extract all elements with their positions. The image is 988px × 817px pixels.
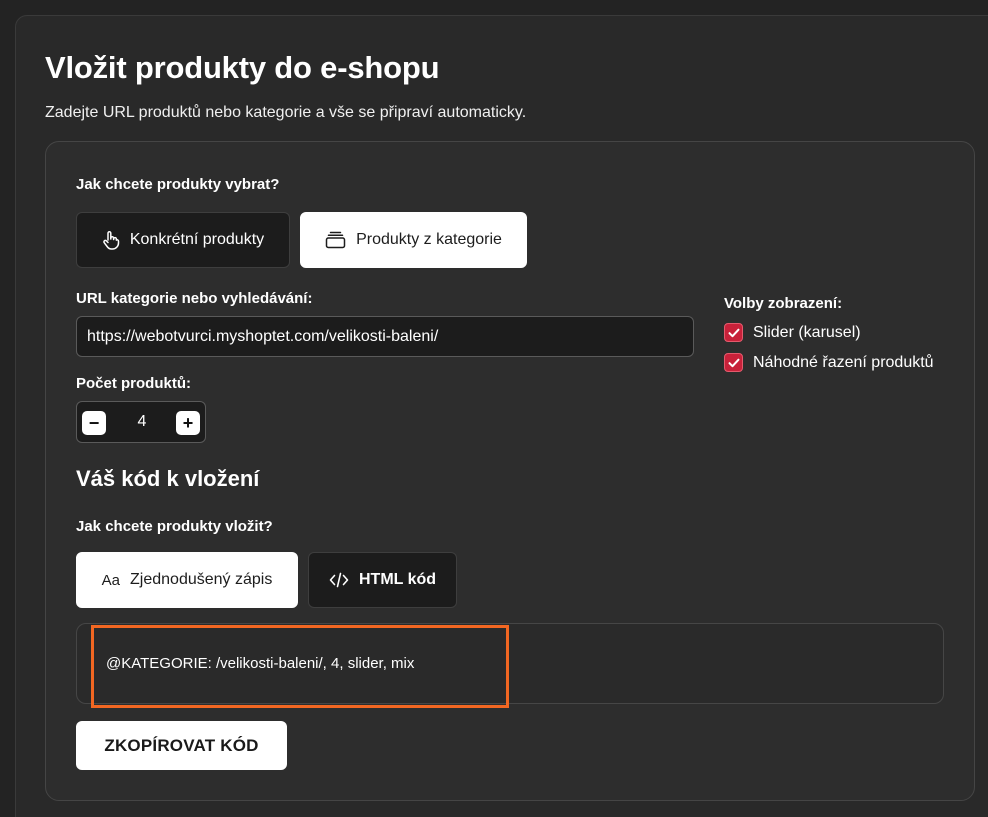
text-format-icon: Aa — [101, 571, 121, 589]
slider-option-label: Slider (karusel) — [753, 323, 861, 341]
page-subtitle: Zadejte URL produktů nebo kategorie a vš… — [45, 104, 527, 121]
stack-icon — [325, 231, 346, 249]
decrement-button[interactable]: − — [82, 411, 106, 435]
increment-button[interactable]: + — [176, 411, 200, 435]
specific-products-button[interactable]: Konkrétní produkty — [76, 212, 290, 268]
slider-option[interactable]: Slider (karusel) — [724, 323, 861, 342]
simplified-format-label: Zjednodušený zápis — [130, 571, 273, 588]
simplified-format-button[interactable]: Aa Zjednodušený zápis — [76, 552, 298, 608]
random-order-option-label: Náhodné řazení produktů — [753, 353, 934, 371]
count-label: Počet produktů: — [76, 375, 191, 392]
url-label: URL kategorie nebo vyhledávání: — [76, 290, 313, 307]
code-icon — [329, 572, 349, 588]
selection-question: Jak chcete produkty vybrat? — [76, 176, 280, 193]
random-order-checkbox[interactable] — [724, 353, 743, 372]
category-products-button[interactable]: Produkty z kategorie — [300, 212, 527, 268]
pointer-hand-icon — [102, 230, 120, 250]
page-title: Vložit produkty do e-shopu — [45, 50, 440, 85]
slider-checkbox[interactable] — [724, 323, 743, 342]
category-products-label: Produkty z kategorie — [356, 231, 502, 248]
html-format-label: HTML kód — [358, 571, 437, 588]
code-section-title: Váš kód k vložení — [76, 466, 260, 491]
copy-code-button[interactable]: ZKOPÍROVAT KÓD — [76, 721, 287, 770]
display-options-label: Volby zobrazení: — [724, 295, 843, 312]
html-format-button[interactable]: HTML kód — [308, 552, 457, 608]
insert-question: Jak chcete produkty vložit? — [76, 518, 273, 535]
quantity-stepper: − 4 + — [76, 401, 206, 443]
specific-products-label: Konkrétní produkty — [129, 231, 265, 248]
random-order-option[interactable]: Náhodné řazení produktů — [724, 353, 934, 372]
url-input[interactable] — [76, 316, 694, 357]
code-output-text: @KATEGORIE: /velikosti-baleni/, 4, slide… — [106, 655, 415, 672]
quantity-value[interactable]: 4 — [127, 413, 157, 431]
